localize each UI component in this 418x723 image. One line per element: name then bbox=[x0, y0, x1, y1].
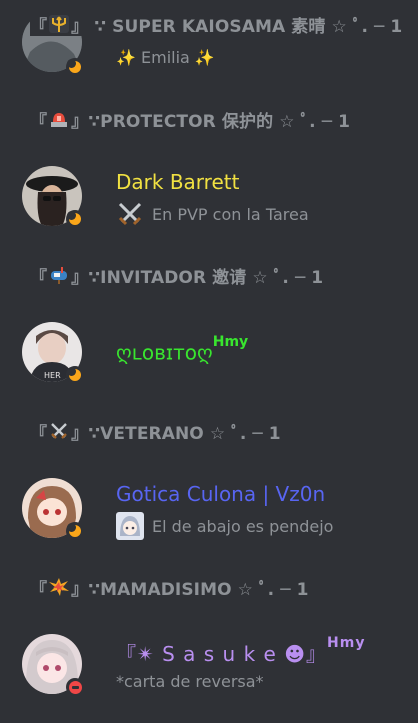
member-tag: Hmy bbox=[212, 334, 249, 350]
member-activity: En PVP con la Tarea bbox=[116, 200, 309, 228]
collision-icon bbox=[49, 578, 70, 596]
mailbox-icon bbox=[49, 266, 69, 284]
idle-status-icon bbox=[66, 522, 84, 540]
crossed-swords-icon bbox=[49, 422, 69, 440]
role-header-invitador: 『 』 ∵INVITADOR 邀请 ☆ ﾟ. ─ 1 bbox=[30, 266, 324, 288]
idle-status-icon bbox=[66, 366, 84, 384]
member-lobito[interactable]: HER ღʟᴏʙɪᴛᴏღHmy bbox=[22, 322, 408, 392]
idle-status-icon bbox=[66, 58, 84, 76]
crossed-swords-icon bbox=[116, 200, 144, 228]
member-sasuke[interactable]: 『✴ S a s u k e ☻』Hmy *carta de reversa* bbox=[22, 634, 408, 704]
siren-icon bbox=[49, 110, 69, 128]
member-activity: El de abajo es pendejo bbox=[116, 512, 333, 540]
member-gotica-culona[interactable]: Gotica Culona | Vz0n El de abajo es pend… bbox=[22, 478, 408, 548]
role-header-protector: 『 』 ∵PROTECTOR 保护的 ☆ ﾟ. ─ 1 bbox=[30, 110, 351, 132]
member-name: Gotica Culona | Vz0n bbox=[116, 482, 326, 506]
member-name: 『✴ S a s u k e ☻』Hmy bbox=[116, 635, 366, 666]
role-header-veterano: 『 』 ∵VETERANO ☆ ﾟ. ─ 1 bbox=[30, 422, 281, 444]
idle-status-icon bbox=[66, 210, 84, 228]
member-name: Dark Barrett bbox=[116, 170, 240, 194]
member-dark-barrett[interactable]: Dark Barrett En PVP con la Tarea bbox=[22, 166, 408, 236]
svg-text:HER: HER bbox=[44, 371, 61, 380]
anime-girl-icon bbox=[116, 512, 144, 540]
role-header-mamadisimo: 『 』 ∵MAMADISIMO ☆ ﾟ. ─ 1 bbox=[30, 578, 309, 600]
role-header-super-kaiosama: 『 』 ∵ SUPER KAIOSAMA 素晴 ☆ ﾟ. ─ 1 bbox=[30, 12, 403, 37]
member-activity: *carta de reversa* bbox=[116, 672, 264, 691]
member-name: ღʟᴏʙɪᴛᴏღHmy bbox=[116, 334, 249, 365]
member-tag: Hmy bbox=[327, 635, 366, 652]
dnd-status-icon bbox=[66, 678, 84, 696]
member-activity: ✨ Emilia ✨ bbox=[116, 48, 215, 67]
trident-icon bbox=[49, 15, 70, 33]
